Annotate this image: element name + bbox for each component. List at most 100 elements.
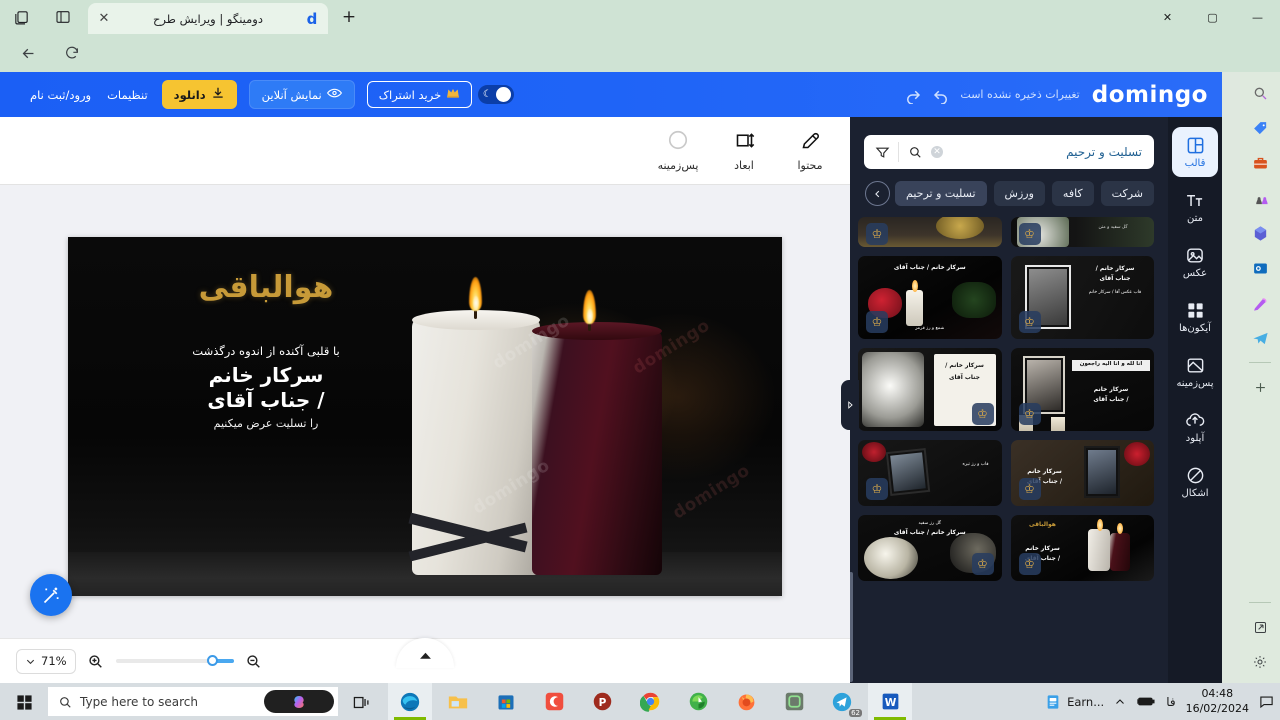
template-card[interactable]: قاب و رز تیره ♔ [858, 440, 1002, 506]
sidebar-games-icon[interactable] [1249, 187, 1271, 209]
window-minimize-button[interactable]: — [1235, 0, 1280, 34]
taskbar-app-chrome[interactable] [628, 683, 672, 720]
browser-tab[interactable]: d دومینگو | ویرایش طرح ✕ [88, 3, 328, 34]
copilot-button[interactable] [264, 690, 334, 713]
tool-dimensions[interactable]: ابعاد [718, 130, 770, 172]
taskbar-app-file-explorer[interactable] [436, 683, 480, 720]
design-text-block[interactable]: هوالباقی با قلبی آکنده از اندوه درگذشت س… [106, 271, 426, 430]
chip-cafe[interactable]: کافه [1051, 180, 1094, 206]
taskbar-clock[interactable]: 04:48 16/02/2024 [1186, 687, 1249, 717]
template-photo-frame [1084, 446, 1120, 498]
artboard[interactable]: domingo domingo domingo domingo هوالباقی… [68, 237, 782, 596]
design-lead-text[interactable]: با قلبی آکنده از اندوه درگذشت [106, 344, 426, 358]
taskbar-app-edge[interactable] [388, 683, 432, 720]
tray-earn-item[interactable]: Earn... [1045, 694, 1104, 710]
sidebar-item-upload[interactable]: آپلود [1172, 402, 1218, 452]
taskbar-app-word[interactable]: W [868, 683, 912, 720]
chip-company[interactable]: شرکت [1100, 180, 1154, 206]
download-button[interactable]: دانلود [161, 80, 237, 109]
taskbar-app-camtasia[interactable] [532, 683, 576, 720]
tab-close-icon[interactable]: ✕ [96, 11, 112, 26]
chips-prev-button[interactable] [865, 181, 890, 206]
undo-icon[interactable] [932, 86, 950, 105]
clear-search-icon[interactable]: ✕ [931, 146, 943, 158]
tray-expand-icon[interactable] [1114, 696, 1126, 708]
taskbar-app-microsoft-store[interactable] [484, 683, 528, 720]
sidebar-item-background[interactable]: پس‌زمینه [1172, 347, 1218, 397]
notification-center-icon[interactable] [1259, 695, 1274, 709]
sidebar-microsoft365-icon[interactable] [1249, 222, 1271, 244]
reload-icon[interactable] [60, 41, 84, 65]
template-search-bar[interactable]: تسلیت و ترحیم ✕ [864, 135, 1154, 169]
tab-collections-icon[interactable] [8, 5, 34, 29]
dark-mode-toggle[interactable]: ☾ [478, 85, 515, 104]
tab-actions-icon[interactable] [50, 5, 76, 29]
language-indicator[interactable]: فا [1166, 695, 1175, 709]
sidebar-item-icons[interactable]: آیکون‌ها [1172, 292, 1218, 342]
window-maximize-button[interactable]: ▢ [1190, 0, 1235, 34]
battery-icon[interactable] [1136, 695, 1156, 708]
sidebar-search-icon[interactable] [1249, 82, 1271, 104]
taskbar-app-idm[interactable] [676, 683, 720, 720]
tool-content[interactable]: محتوا [784, 130, 836, 172]
sidebar-item-image[interactable]: عکس [1172, 237, 1218, 287]
login-register-item[interactable]: ورود/ثبت نام [30, 88, 91, 102]
sidebar-designer-icon[interactable] [1249, 292, 1271, 314]
panel-collapse-button[interactable] [841, 380, 859, 430]
template-card[interactable]: سرکار خانم / جناب آقای شمع و رز قرمز ♔ [858, 256, 1002, 339]
premium-crown-badge: ♔ [866, 223, 888, 245]
canvas-area[interactable]: domingo domingo domingo domingo هوالباقی… [0, 185, 850, 638]
filter-icon[interactable] [872, 145, 892, 160]
template-card[interactable]: سرکار خانم / جناب آقای ♔ [858, 348, 1002, 431]
template-card[interactable]: سرکار خانم / جناب آقای قاب عکس آقا / سرک… [1010, 256, 1154, 339]
template-card[interactable]: سرکار خانم / جناب آقای ♔ [1010, 440, 1154, 506]
sidebar-shopping-icon[interactable] [1249, 117, 1271, 139]
back-icon[interactable] [16, 41, 40, 65]
panel-scrollbar-thumb[interactable] [850, 572, 853, 682]
online-preview-button[interactable]: نمایش آنلاین [248, 80, 355, 109]
sidebar-settings-icon[interactable] [1249, 651, 1271, 673]
window-close-button[interactable]: ✕ [1145, 0, 1190, 34]
chip-sport[interactable]: ورزش [993, 180, 1045, 206]
zoom-slider-knob[interactable] [206, 655, 218, 666]
template-search-input[interactable]: تسلیت و ترحیم [949, 145, 1146, 159]
taskbar-app-firefox[interactable] [724, 683, 768, 720]
design-tail-text[interactable]: را تسلیت عرض میکنیم [106, 417, 426, 430]
sidebar-item-template[interactable]: قالب [1172, 127, 1218, 177]
sidebar-item-shapes[interactable]: اشکال [1172, 457, 1218, 507]
tool-background[interactable]: پس‌زمینه [652, 129, 704, 172]
chip-condolence[interactable]: تسلیت و ترحیم [895, 180, 987, 206]
settings-menu-item[interactable]: تنظیمات [107, 88, 148, 102]
ai-magic-button[interactable] [30, 574, 72, 616]
buy-subscription-button[interactable]: خرید اشتراک [366, 81, 473, 108]
new-tab-button[interactable]: + [337, 6, 361, 30]
zoom-level-select[interactable]: 71% [16, 648, 76, 674]
design-hoo-albaqi[interactable]: هوالباقی [106, 271, 426, 304]
task-view-button[interactable] [348, 691, 374, 713]
template-hoo: هوالباقی [1029, 521, 1056, 528]
template-card[interactable]: سرکار خانم / جناب آقای گل رز سفید ♔ [858, 515, 1002, 581]
template-card[interactable]: انا لله و انا الیه راجعون سرکار خانم / ج… [1010, 348, 1154, 431]
domingo-logo[interactable]: domingo [1092, 82, 1208, 108]
zoom-slider[interactable] [115, 655, 234, 666]
taskbar-app-telegram[interactable]: 62 [820, 683, 864, 720]
design-name-line1[interactable]: سرکار خانم [106, 363, 426, 387]
zoom-in-icon[interactable] [86, 651, 106, 671]
taskbar-app-photoshop-p[interactable]: P [580, 683, 624, 720]
sidebar-open-window-icon[interactable] [1249, 616, 1271, 638]
taskbar-app-notes[interactable] [772, 683, 816, 720]
sidebar-outlook-icon[interactable] [1249, 257, 1271, 279]
sidebar-tools-icon[interactable] [1249, 152, 1271, 174]
template-card[interactable]: ♔ [858, 217, 1002, 247]
sidebar-telegram-icon[interactable] [1249, 327, 1271, 349]
sidebar-item-text[interactable]: متن [1172, 182, 1218, 232]
design-name-line2[interactable]: / جناب آقای [106, 388, 426, 412]
start-button[interactable] [8, 690, 40, 714]
template-card[interactable]: هوالباقی سرکار خانم / جناب آقای ♔ [1010, 515, 1154, 581]
template-card[interactable]: گل سفید و متن ♔ [1010, 217, 1154, 247]
search-icon[interactable] [905, 145, 925, 159]
redo-icon[interactable] [904, 86, 922, 105]
taskbar-search-box[interactable]: Type here to search [48, 687, 338, 716]
zoom-out-icon[interactable] [244, 651, 264, 671]
sidebar-add-icon[interactable] [1249, 376, 1271, 398]
